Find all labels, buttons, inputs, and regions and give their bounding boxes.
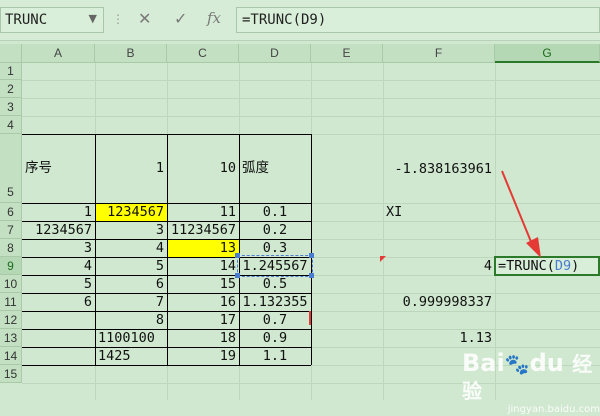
- comment-indicator-icon: [309, 311, 311, 325]
- chevron-down-icon[interactable]: ▼: [89, 12, 97, 25]
- cell-f9[interactable]: 4: [383, 257, 495, 275]
- cell-b10[interactable]: 6: [95, 275, 167, 293]
- column-header-g[interactable]: G: [495, 44, 600, 63]
- row-header-9[interactable]: 9: [0, 257, 22, 275]
- annotation-arrow-icon: [501, 170, 541, 258]
- cell-b9[interactable]: 5: [95, 257, 167, 275]
- gridline: [383, 63, 384, 400]
- row-header-2[interactable]: 2: [0, 80, 22, 98]
- cell-c14[interactable]: 19: [167, 347, 239, 365]
- column-header-c[interactable]: C: [167, 44, 239, 63]
- column-header-a[interactable]: A: [22, 44, 95, 63]
- cell-c6[interactable]: 11: [167, 203, 239, 221]
- cell-f5[interactable]: -1.838163961: [383, 160, 495, 178]
- cell-a9[interactable]: 4: [22, 257, 95, 275]
- gridline: [22, 98, 600, 99]
- cell-c8[interactable]: 13: [167, 239, 239, 257]
- gridline: [22, 80, 600, 81]
- cell-b11[interactable]: 7: [95, 293, 167, 311]
- reference-handle[interactable]: [235, 253, 240, 258]
- cell-a6[interactable]: 1: [22, 203, 95, 221]
- row-header-15[interactable]: 15: [0, 365, 22, 383]
- cell-b8[interactable]: 4: [95, 239, 167, 257]
- reference-handle[interactable]: [309, 273, 314, 278]
- formula-suffix: ): [571, 258, 580, 274]
- cell-d5[interactable]: 弧度: [239, 134, 311, 203]
- cell-c12[interactable]: 17: [167, 311, 239, 329]
- row-header-5[interactable]: 5: [0, 134, 22, 203]
- cell-f11[interactable]: 0.999998337: [383, 293, 495, 311]
- row-header-11[interactable]: 11: [0, 293, 22, 311]
- cell-b6[interactable]: 1234567: [95, 203, 167, 221]
- cell-b5[interactable]: 1: [95, 134, 167, 203]
- row-header-6[interactable]: 6: [0, 203, 22, 221]
- formula-text: =TRUNC(D9): [242, 12, 327, 28]
- watermark-brand: Bai: [462, 349, 505, 377]
- cell-a7[interactable]: 1234567: [22, 221, 95, 239]
- formula-input[interactable]: =TRUNC(D9): [236, 7, 600, 33]
- row-header-7[interactable]: 7: [0, 221, 22, 239]
- paw-icon: 🐾: [504, 352, 530, 376]
- cell-c7[interactable]: 11234567: [167, 221, 239, 239]
- watermark-brand-2: du: [529, 349, 564, 377]
- insert-function-icon[interactable]: fx: [207, 9, 221, 27]
- row-header-10[interactable]: 10: [0, 275, 22, 293]
- row-header-8[interactable]: 8: [0, 239, 22, 257]
- cell-d11[interactable]: 1.132355: [239, 293, 311, 311]
- cell-c13[interactable]: 18: [167, 329, 239, 347]
- cell-a11[interactable]: 6: [22, 293, 95, 311]
- table-border: [22, 365, 311, 366]
- cell-d10[interactable]: 0.5: [239, 275, 311, 293]
- reference-highlight-d9: [237, 255, 313, 277]
- select-all-corner[interactable]: [0, 44, 22, 63]
- column-header-e[interactable]: E: [311, 44, 383, 63]
- cell-b7[interactable]: 3: [95, 221, 167, 239]
- cell-c9[interactable]: 14: [167, 257, 239, 275]
- formula-toolbar: TRUNC ▼ ⋮ ✕ ✓ fx =TRUNC(D9): [0, 0, 600, 41]
- cell-c11[interactable]: 16: [167, 293, 239, 311]
- cell-d13[interactable]: 0.9: [239, 329, 311, 347]
- name-box-value: TRUNC: [5, 12, 48, 28]
- cell-f13[interactable]: 1.13: [383, 329, 495, 347]
- cell-c5[interactable]: 10: [167, 134, 239, 203]
- enter-check-icon[interactable]: ✓: [174, 9, 187, 28]
- row-header-13[interactable]: 13: [0, 329, 22, 347]
- comment-indicator-icon: [380, 256, 386, 262]
- drag-handle-icon[interactable]: ⋮: [112, 12, 124, 28]
- cell-a5[interactable]: 序号: [22, 134, 95, 203]
- cell-a8[interactable]: 3: [22, 239, 95, 257]
- reference-handle[interactable]: [309, 253, 314, 258]
- cell-b13[interactable]: 1100100: [95, 329, 167, 347]
- row-header-4[interactable]: 4: [0, 116, 22, 134]
- cell-d14[interactable]: 1.1: [239, 347, 311, 365]
- cancel-icon[interactable]: ✕: [138, 9, 151, 28]
- cell-d6[interactable]: 0.1: [239, 203, 311, 221]
- column-header-d[interactable]: D: [239, 44, 311, 63]
- column-header-b[interactable]: B: [95, 44, 167, 63]
- cell-d12[interactable]: 0.7: [239, 311, 311, 329]
- cell-e6[interactable]: XI: [383, 203, 455, 221]
- cell-a10[interactable]: 5: [22, 275, 95, 293]
- row-header-12[interactable]: 12: [0, 311, 22, 329]
- reference-handle[interactable]: [235, 273, 240, 278]
- cell-b14[interactable]: 1425: [95, 347, 167, 365]
- cell-c10[interactable]: 15: [167, 275, 239, 293]
- gridline: [22, 116, 600, 117]
- cell-b12[interactable]: 8: [95, 311, 167, 329]
- watermark-url: jingyan.baidu.com: [507, 404, 600, 415]
- cell-d7[interactable]: 0.2: [239, 221, 311, 239]
- formula-reference-d9: D9: [554, 258, 572, 274]
- table-border: [311, 134, 312, 365]
- watermark-logo: Bai🐾du 经验 jingyan.baidu.com: [462, 350, 600, 416]
- row-header-3[interactable]: 3: [0, 98, 22, 116]
- name-box[interactable]: TRUNC ▼: [0, 7, 104, 33]
- column-header-f[interactable]: F: [383, 44, 495, 63]
- row-header-14[interactable]: 14: [0, 347, 22, 365]
- row-header-1[interactable]: 1: [0, 63, 22, 80]
